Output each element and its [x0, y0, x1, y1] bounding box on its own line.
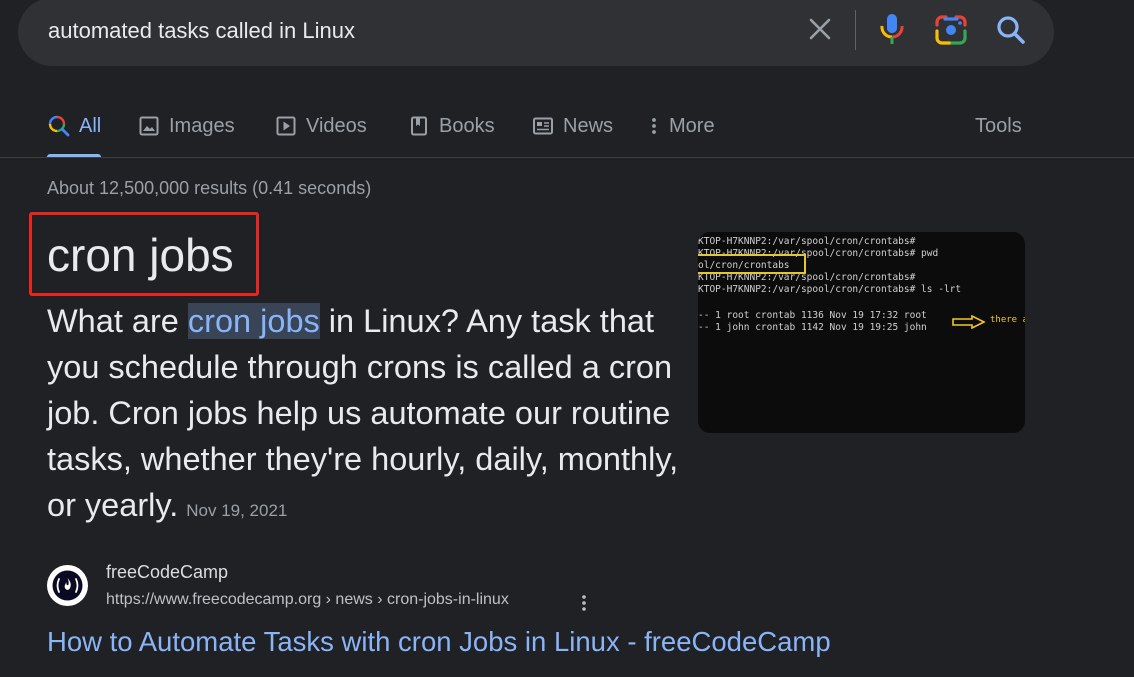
- tab-images-label: Images: [169, 114, 235, 137]
- terminal-line: KTOP-H7KNNP2:/var/spool/cron/crontabs#: [698, 236, 916, 247]
- search-results-page: automated tasks called in Linux All Imag…: [0, 0, 1134, 677]
- arrow-right-icon: [952, 315, 986, 329]
- featured-snippet-text: What are cron jobs in Linux? Any task th…: [47, 298, 687, 534]
- tab-books-label: Books: [439, 114, 495, 137]
- snippet-text-before: What are: [47, 303, 188, 339]
- search-icon[interactable]: [995, 14, 1027, 46]
- clear-search-button[interactable]: [806, 15, 834, 43]
- search-bar-divider: [855, 10, 856, 50]
- search-bar: automated tasks called in Linux: [18, 0, 1054, 66]
- source-url[interactable]: https://www.freecodecamp.org › news › cr…: [106, 591, 509, 609]
- tab-more-label: More: [669, 114, 715, 137]
- tab-videos[interactable]: Videos: [275, 112, 367, 140]
- newspaper-icon: [533, 117, 553, 135]
- book-icon: [411, 116, 427, 136]
- red-annotation-box: [29, 212, 259, 296]
- terminal-line: KTOP-H7KNNP2:/var/spool/cron/crontabs# l…: [698, 284, 962, 295]
- tab-books[interactable]: Books: [408, 112, 495, 140]
- source-site-name[interactable]: freeCodeCamp: [106, 562, 228, 583]
- snippet-highlight: cron jobs: [187, 303, 320, 339]
- terminal-highlight-box: [698, 254, 806, 274]
- tab-all[interactable]: All: [48, 112, 101, 140]
- freecodecamp-favicon-icon[interactable]: [47, 565, 88, 606]
- voice-search-microphone-icon[interactable]: [878, 12, 906, 46]
- terminal-annotation: there a: [990, 315, 1025, 325]
- tools-button[interactable]: Tools: [975, 112, 1022, 140]
- terminal-line: -- 1 root crontab 1136 Nov 19 17:32 root: [698, 310, 927, 321]
- snippet-date: Nov 19, 2021: [186, 501, 288, 520]
- google-lens-camera-icon[interactable]: [934, 14, 968, 46]
- search-icon: [48, 115, 70, 137]
- tab-all-label: All: [79, 114, 102, 137]
- terminal-line: -- 1 john crontab 1142 Nov 19 19:25 john: [698, 322, 927, 333]
- tab-news-label: News: [563, 114, 614, 137]
- tab-news[interactable]: News: [532, 112, 613, 140]
- result-title-link[interactable]: How to Automate Tasks with cron Jobs in …: [47, 626, 831, 658]
- more-options-icon[interactable]: [576, 592, 592, 614]
- tab-images[interactable]: Images: [138, 112, 235, 140]
- search-input[interactable]: automated tasks called in Linux: [48, 18, 355, 44]
- tabs-divider: [0, 157, 1134, 158]
- play-icon: [276, 116, 296, 136]
- more-vert-icon: [652, 118, 656, 134]
- snippet-thumbnail[interactable]: KTOP-H7KNNP2:/var/spool/cron/crontabs# K…: [698, 232, 1025, 433]
- tab-videos-label: Videos: [306, 114, 367, 137]
- result-stats: About 12,500,000 results (0.41 seconds): [47, 178, 372, 198]
- image-icon: [139, 116, 159, 136]
- search-tabs: All Images Videos Books News More Tools: [0, 100, 1134, 158]
- tab-more[interactable]: More: [648, 112, 715, 140]
